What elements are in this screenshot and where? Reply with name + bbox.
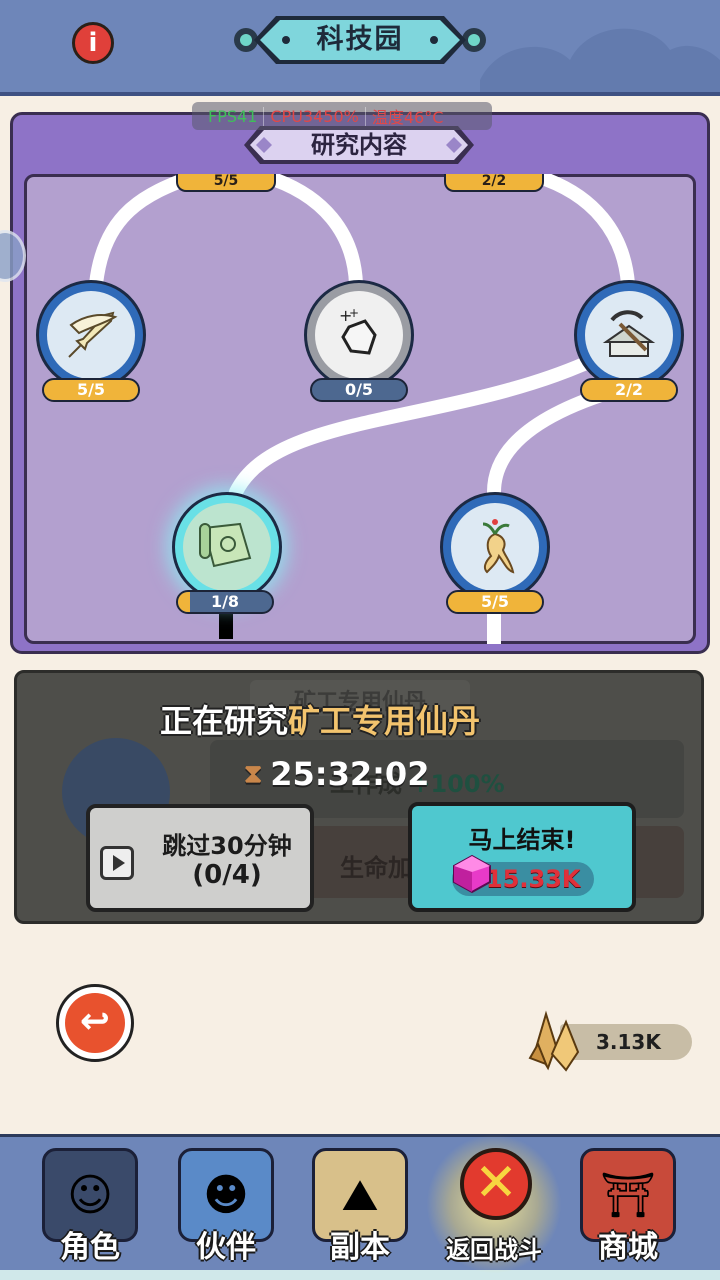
video-play-icon [100, 846, 134, 880]
info-button[interactable]: i [72, 22, 114, 64]
nav-role[interactable]: ☺ 角色 [32, 1140, 148, 1270]
research-timer: ⧗ 25:32:02 [244, 754, 429, 794]
ghost-effect-text-2: 生命加 [340, 854, 412, 882]
research-tree-lines [89, 174, 635, 644]
scroll-icon [183, 503, 271, 591]
nav-return-battle[interactable]: ✕ 返回战斗 [426, 1134, 562, 1274]
close-icon: ✕ [460, 1148, 532, 1220]
ore-icon: + + [315, 291, 403, 379]
research-node-pickaxe[interactable] [574, 280, 684, 390]
nav-shop[interactable]: ⛩ 商城 [570, 1140, 686, 1270]
section-title: 研究内容 [311, 131, 407, 159]
node-progress-sword: 5/5 [42, 378, 140, 402]
research-node-scroll[interactable] [172, 492, 282, 602]
perf-overlay: FPS41 CPU3450% 温度46°C [192, 102, 492, 130]
top-progress-pill-left: 5/5 [176, 174, 276, 192]
skip-label: 跳过30分钟 [162, 832, 292, 860]
return-arrow-icon: ↩ [65, 993, 125, 1053]
research-node-sword[interactable] [36, 280, 146, 390]
finish-now-button[interactable]: 马上结束! 15.33K [408, 802, 636, 912]
top-progress-pill-right: 2/2 [444, 174, 544, 192]
pickaxe-icon [585, 291, 673, 379]
nav-partner[interactable]: ☻ 伙伴 [168, 1140, 284, 1270]
back-button[interactable]: ↩ [56, 984, 134, 1062]
nav-dungeon[interactable]: ⛰ 副本 [302, 1140, 418, 1270]
crystal-icon [528, 1010, 580, 1072]
hourglass-icon: ⧗ [244, 758, 263, 789]
ginseng-icon [451, 503, 539, 591]
node-progress-ore: 0/5 [310, 378, 408, 402]
sword-icon [47, 291, 135, 379]
svg-text:+: + [349, 307, 359, 320]
research-node-ore[interactable]: + + [304, 280, 414, 390]
research-node-ginseng[interactable] [440, 492, 550, 602]
node-progress-ginseng: 5/5 [446, 590, 544, 614]
page-title: 科技园 [316, 24, 404, 55]
node-progress-pickaxe: 2/2 [580, 378, 678, 402]
gem-icon [453, 854, 491, 894]
researching-title: 正在研究矿工专用仙丹 [160, 702, 481, 740]
node-progress-scroll: 1/8 [176, 590, 274, 614]
skip-count: (0/4) [192, 860, 262, 890]
finish-label: 马上结束! [468, 826, 576, 854]
timer-value: 25:32:02 [270, 755, 430, 793]
skip-30min-button[interactable]: 跳过30分钟 (0/4) [86, 804, 314, 912]
